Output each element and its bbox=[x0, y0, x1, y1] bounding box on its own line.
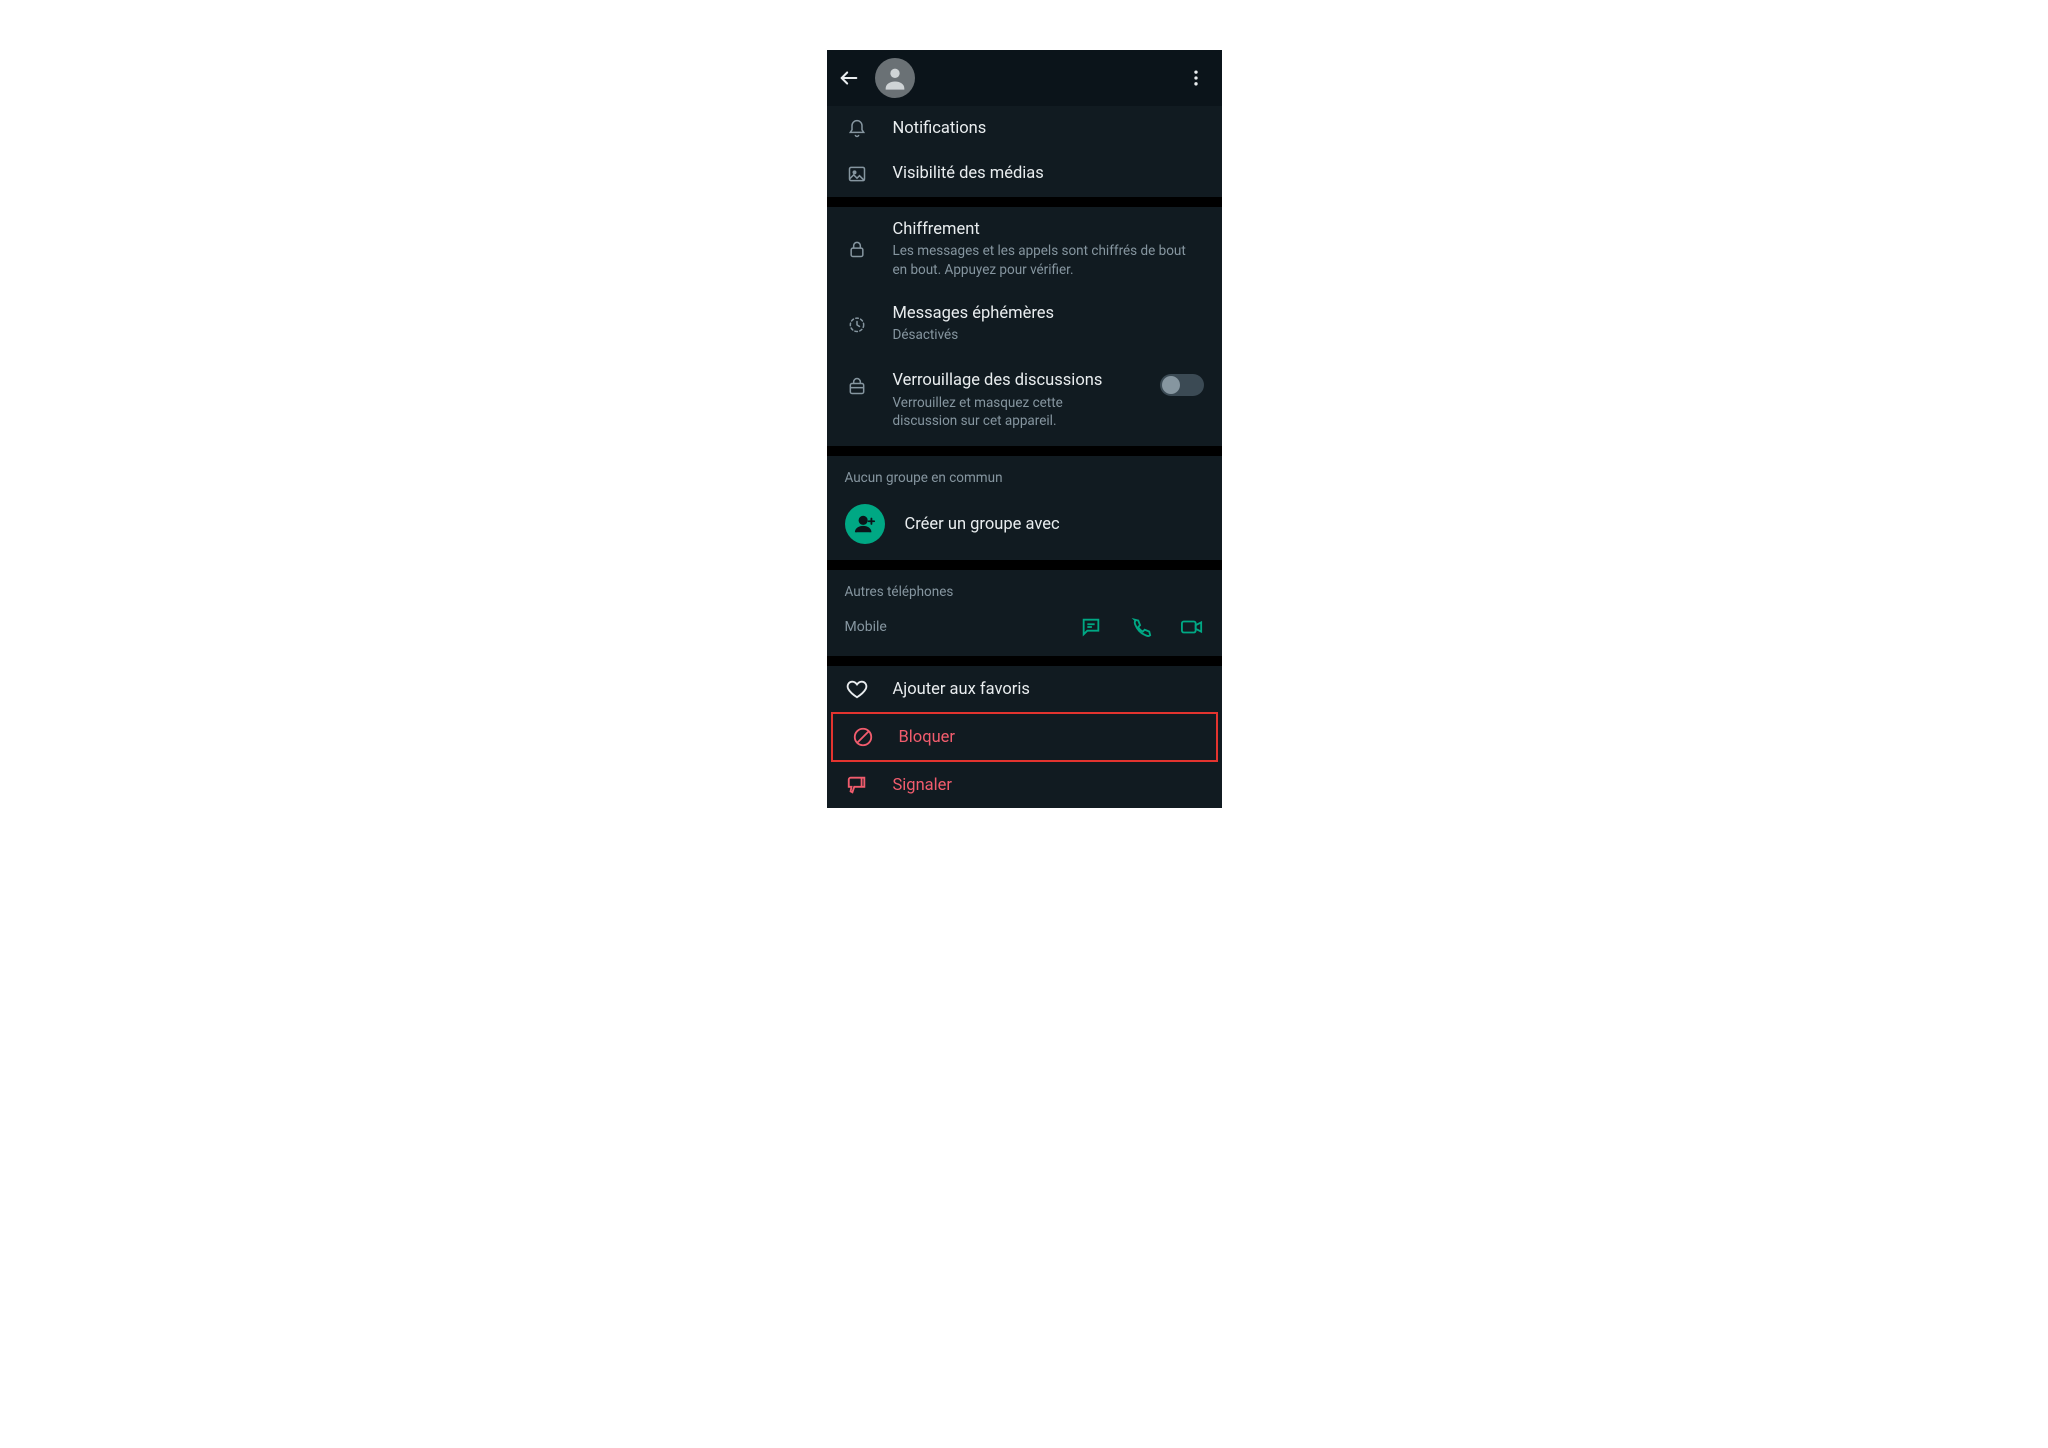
section-divider bbox=[827, 656, 1222, 666]
security-section: Chiffrement Les messages et les appels s… bbox=[827, 207, 1222, 446]
chat-lock-toggle[interactable] bbox=[1160, 374, 1204, 396]
settings-section: Notifications Visibilité des médias bbox=[827, 106, 1222, 197]
call-button[interactable] bbox=[1130, 616, 1152, 638]
ephemeral-messages-row[interactable]: Messages éphémères Désactivés bbox=[827, 291, 1222, 357]
media-visibility-row[interactable]: Visibilité des médias bbox=[827, 151, 1222, 196]
ephemeral-subtitle: Désactivés bbox=[893, 326, 1204, 344]
video-icon bbox=[1180, 616, 1204, 638]
block-row[interactable]: Bloquer bbox=[833, 714, 1216, 760]
other-phones-header: Autres téléphones bbox=[827, 570, 1222, 610]
dots-vertical-icon bbox=[1186, 68, 1206, 88]
video-call-button[interactable] bbox=[1180, 616, 1202, 638]
report-row[interactable]: Signaler bbox=[827, 762, 1222, 808]
ephemeral-title: Messages éphémères bbox=[893, 303, 1204, 324]
more-options-button[interactable] bbox=[1184, 66, 1208, 90]
timer-icon bbox=[847, 314, 867, 334]
message-icon bbox=[1080, 616, 1102, 638]
chat-lock-row[interactable]: Verrouillage des discussions Verrouillez… bbox=[827, 356, 1222, 446]
create-group-avatar bbox=[845, 504, 885, 544]
groups-header: Aucun groupe en commun bbox=[827, 456, 1222, 496]
groups-section: Aucun groupe en commun Créer un groupe a… bbox=[827, 456, 1222, 560]
mobile-phone-row: Mobile bbox=[827, 610, 1222, 656]
lock-icon bbox=[847, 239, 867, 259]
thumbs-down-icon bbox=[846, 774, 868, 796]
create-group-row[interactable]: Créer un groupe avec bbox=[827, 496, 1222, 560]
person-add-icon bbox=[854, 513, 876, 535]
section-divider bbox=[827, 446, 1222, 456]
chat-lock-title: Verrouillage des discussions bbox=[893, 370, 1126, 391]
contact-info-screen: Notifications Visibilité des médias Chif… bbox=[827, 50, 1222, 808]
other-phones-section: Autres téléphones Mobile bbox=[827, 570, 1222, 656]
block-highlight: Bloquer bbox=[831, 712, 1218, 762]
section-divider bbox=[827, 560, 1222, 570]
bell-icon bbox=[847, 119, 867, 139]
back-button[interactable] bbox=[837, 66, 861, 90]
contact-avatar[interactable] bbox=[875, 58, 915, 98]
phone-icon bbox=[1130, 616, 1152, 638]
person-icon bbox=[881, 64, 909, 92]
section-divider bbox=[827, 197, 1222, 207]
notifications-row[interactable]: Notifications bbox=[827, 106, 1222, 151]
header-bar bbox=[827, 50, 1222, 106]
block-label: Bloquer bbox=[899, 727, 1198, 748]
create-group-label: Créer un groupe avec bbox=[905, 514, 1060, 535]
chat-lock-icon bbox=[847, 376, 867, 396]
media-visibility-label: Visibilité des médias bbox=[893, 163, 1204, 184]
block-icon bbox=[852, 726, 874, 748]
image-icon bbox=[847, 164, 867, 184]
actions-section: Ajouter aux favoris Bloquer Signaler bbox=[827, 666, 1222, 808]
encryption-subtitle: Les messages et les appels sont chiffrés… bbox=[893, 242, 1204, 278]
encryption-title: Chiffrement bbox=[893, 219, 1204, 240]
heart-icon bbox=[846, 678, 868, 700]
mobile-label: Mobile bbox=[845, 619, 1080, 635]
add-favorite-row[interactable]: Ajouter aux favoris bbox=[827, 666, 1222, 712]
chat-lock-subtitle: Verrouillez et masquez cette discussion … bbox=[893, 394, 1126, 430]
message-button[interactable] bbox=[1080, 616, 1102, 638]
favorite-label: Ajouter aux favoris bbox=[893, 679, 1204, 700]
report-label: Signaler bbox=[893, 775, 1204, 796]
arrow-left-icon bbox=[838, 67, 860, 89]
notifications-label: Notifications bbox=[893, 118, 1204, 139]
encryption-row[interactable]: Chiffrement Les messages et les appels s… bbox=[827, 207, 1222, 291]
